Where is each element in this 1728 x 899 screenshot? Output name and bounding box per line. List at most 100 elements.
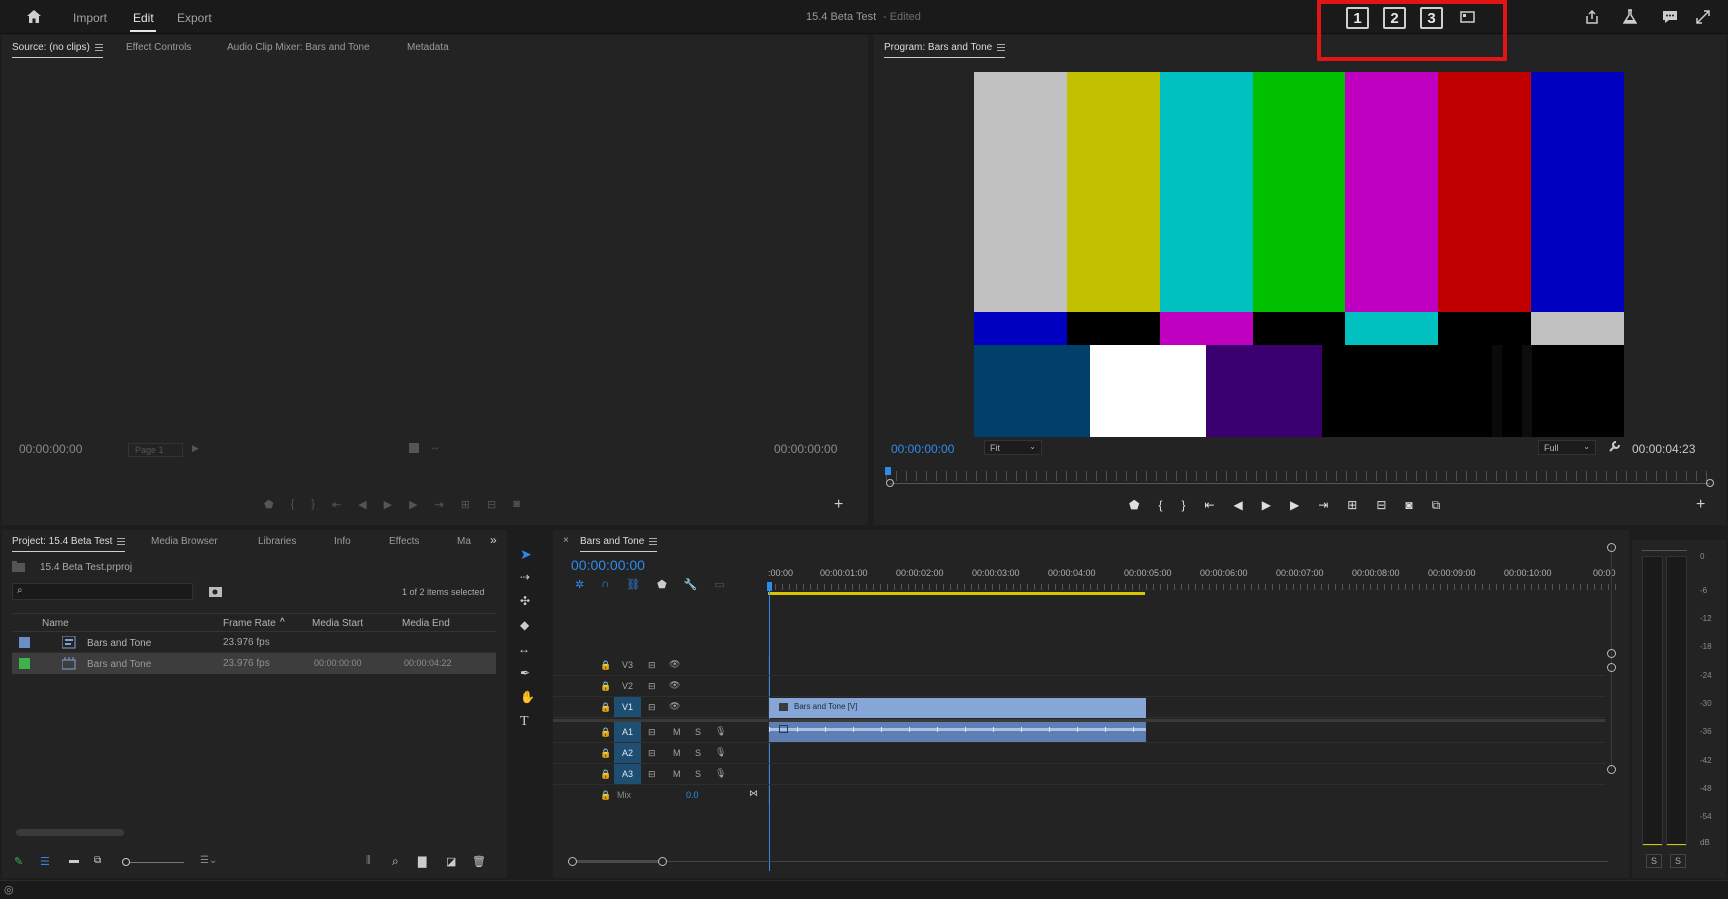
export-frame-icon[interactable]: ◙ xyxy=(513,498,520,511)
find-icon[interactable]: ⌕ xyxy=(392,854,399,869)
solo-button-right[interactable]: S xyxy=(1670,854,1687,868)
new-item-icon[interactable]: ◪ xyxy=(446,855,456,868)
microphone-icon[interactable]: 🎙 xyxy=(715,747,726,758)
background-tasks-icon[interactable]: ◎ xyxy=(4,883,14,896)
mark-out-icon[interactable]: } xyxy=(1181,498,1185,513)
program-playhead-timecode[interactable]: 00:00:00:00 xyxy=(891,442,954,456)
go-to-out-icon[interactable]: ⇥ xyxy=(1318,498,1328,513)
layout-1-button[interactable]: 1 xyxy=(1346,7,1369,29)
insert-icon[interactable]: ⊞ xyxy=(461,498,470,511)
workspace-edit[interactable]: Edit xyxy=(133,11,154,25)
panel-menu-icon[interactable] xyxy=(94,43,103,51)
track-name-v1[interactable]: V1 xyxy=(614,697,641,717)
share-icon[interactable] xyxy=(1584,9,1600,25)
source-add-button-icon[interactable]: + xyxy=(834,496,843,514)
mix-volume-value[interactable]: 0.0 xyxy=(686,790,699,800)
scroll-handle[interactable] xyxy=(1607,543,1616,552)
lock-icon[interactable]: 🔒 xyxy=(600,727,611,738)
step-back-icon[interactable]: ◀ xyxy=(1234,498,1243,513)
close-sequence-icon[interactable]: × xyxy=(563,535,569,546)
workspace-export[interactable]: Export xyxy=(177,11,212,25)
label-color-swatch[interactable] xyxy=(19,658,30,669)
go-to-in-icon[interactable]: ⇤ xyxy=(332,498,341,511)
work-area-bar[interactable] xyxy=(768,592,1145,595)
new-search-bin-icon[interactable] xyxy=(209,586,222,597)
add-marker-icon[interactable]: ⬟ xyxy=(657,578,667,591)
zoom-slider-handle[interactable] xyxy=(122,858,130,866)
pen-tool-icon[interactable]: ✒ xyxy=(520,666,530,680)
tab-info[interactable]: Info xyxy=(334,536,351,547)
tab-metadata[interactable]: Metadata xyxy=(407,42,449,53)
tab-source[interactable]: Source: (no clips) xyxy=(12,42,103,58)
track-name-a3[interactable]: A3 xyxy=(614,764,641,784)
mute-button[interactable]: M xyxy=(673,727,681,737)
eye-icon[interactable]: 👁 xyxy=(669,680,680,691)
zoom-fit-select[interactable]: Fit ⌄ xyxy=(984,440,1042,455)
tab-media-browser[interactable]: Media Browser xyxy=(151,536,218,547)
lock-icon[interactable]: 🔒 xyxy=(600,702,611,713)
play-icon[interactable]: ▶ xyxy=(384,498,392,511)
freeform-view-icon[interactable]: ⧉ xyxy=(94,855,101,866)
sync-lock-icon[interactable]: ⊟ xyxy=(648,681,656,692)
track-name-a2[interactable]: A2 xyxy=(614,743,641,763)
export-frame-icon[interactable]: ◙ xyxy=(1405,498,1412,513)
sort-ascending-icon[interactable]: ^ xyxy=(280,617,285,628)
add-marker-icon[interactable]: ⬟ xyxy=(1129,498,1139,513)
program-playhead-marker[interactable] xyxy=(885,467,891,475)
scroll-handle[interactable] xyxy=(1607,663,1616,672)
linked-selection-icon[interactable]: ⛓ xyxy=(626,578,640,591)
tab-effects[interactable]: Effects xyxy=(389,536,419,547)
razor-tool-icon[interactable]: ◆ xyxy=(520,618,529,632)
step-forward-icon[interactable]: ▶ xyxy=(409,498,417,511)
source-settings-icon[interactable] xyxy=(408,442,420,454)
solo-button[interactable]: S xyxy=(695,727,701,737)
add-marker-icon[interactable]: ⬟ xyxy=(264,498,274,511)
type-tool-icon[interactable]: T xyxy=(520,714,529,730)
tab-sequence[interactable]: Bars and Tone xyxy=(580,536,658,552)
solo-button[interactable]: S xyxy=(695,748,701,758)
layout-3-button[interactable]: 3 xyxy=(1420,7,1443,29)
timeline-settings-icon[interactable]: 🔧 xyxy=(684,578,698,591)
tab-libraries[interactable]: Libraries xyxy=(258,536,296,547)
sync-lock-icon[interactable]: ⊟ xyxy=(648,748,656,759)
mark-in-icon[interactable]: { xyxy=(1158,498,1162,513)
new-bin-icon[interactable]: ▇ xyxy=(418,855,426,868)
step-back-icon[interactable]: ◀ xyxy=(358,498,366,511)
source-next-page-icon[interactable]: ▶ xyxy=(192,443,199,454)
single-monitor-icon[interactable] xyxy=(1460,11,1475,23)
project-horizontal-scrollbar[interactable] xyxy=(16,829,124,836)
pencil-icon[interactable]: ✎ xyxy=(14,855,23,868)
tab-project[interactable]: Project: 15.4 Beta Test xyxy=(12,536,126,552)
solo-button-left[interactable]: S xyxy=(1646,854,1663,868)
audio-clip[interactable] xyxy=(769,722,1146,742)
label-color-swatch[interactable] xyxy=(19,637,30,648)
captions-icon[interactable]: ▭ xyxy=(714,578,724,591)
nest-icon[interactable]: ✲ xyxy=(575,578,584,591)
solo-button[interactable]: S xyxy=(695,769,701,779)
source-page-selector[interactable]: Page 1 xyxy=(128,443,183,457)
timeline-zoom-track[interactable] xyxy=(573,860,663,863)
home-icon[interactable] xyxy=(26,9,42,24)
eye-icon[interactable]: 👁 xyxy=(669,659,680,670)
table-row[interactable]: Bars and Tone 23.976 fps xyxy=(12,632,496,653)
track-name-a1[interactable]: A1 xyxy=(614,722,641,742)
workspace-import[interactable]: Import xyxy=(73,11,107,25)
lock-icon[interactable]: 🔒 xyxy=(600,769,611,780)
column-name[interactable]: Name xyxy=(42,618,69,629)
zoom-slider[interactable] xyxy=(124,862,184,863)
sync-lock-icon[interactable]: ⊟ xyxy=(648,769,656,780)
column-frame-rate[interactable]: Frame Rate xyxy=(223,618,276,629)
source-playhead-timecode[interactable]: 00:00:00:00 xyxy=(19,442,82,456)
extract-icon[interactable]: ⊟ xyxy=(1376,498,1386,513)
track-name-v2[interactable]: V2 xyxy=(614,676,641,696)
tab-markers[interactable]: Ma xyxy=(457,536,471,547)
more-panels-icon[interactable]: » xyxy=(490,533,497,547)
lock-icon[interactable]: 🔒 xyxy=(600,681,611,692)
eye-icon[interactable]: 👁 xyxy=(669,701,680,712)
zoom-handle-left[interactable] xyxy=(886,479,894,487)
zoom-handle-right[interactable] xyxy=(1706,479,1714,487)
scroll-handle[interactable] xyxy=(1607,765,1616,774)
ripple-edit-tool-icon[interactable]: ✣ xyxy=(520,594,530,608)
source-insert-icon[interactable]: ↔ xyxy=(430,442,440,453)
program-scrub-ruler[interactable] xyxy=(886,471,1716,481)
